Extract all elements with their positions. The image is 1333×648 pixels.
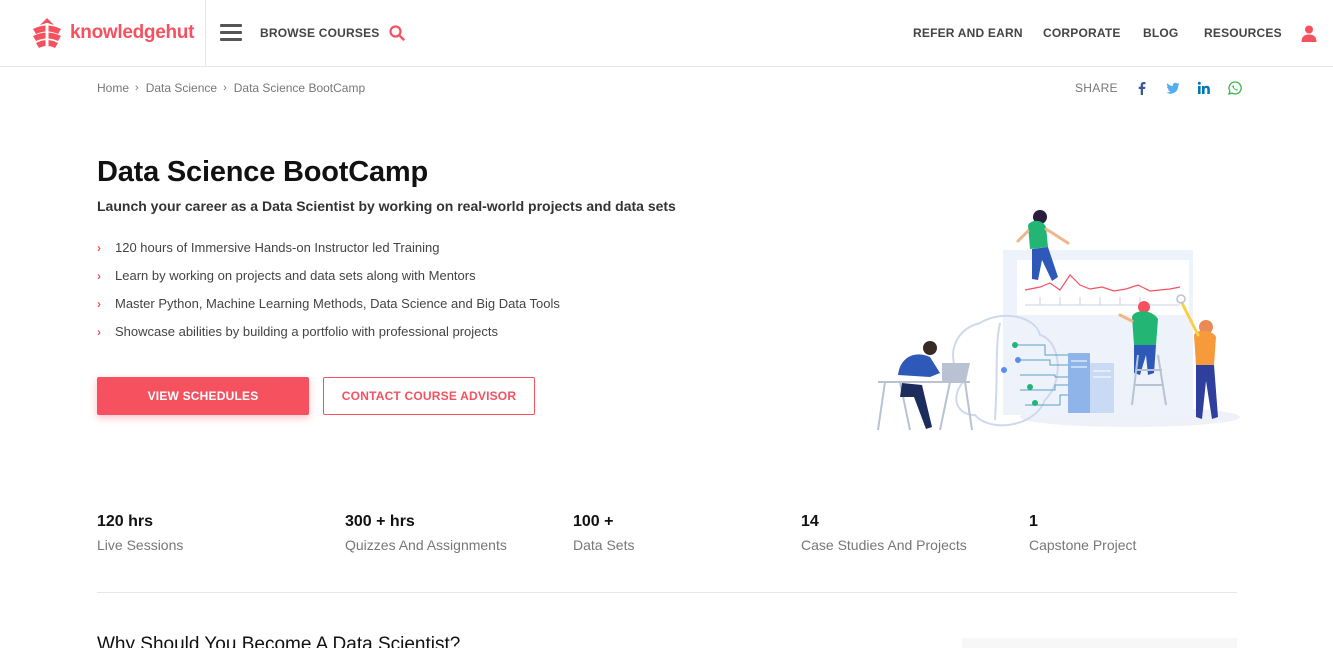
twitter-icon[interactable] xyxy=(1166,81,1180,95)
breadcrumb-data-science[interactable]: Data Science xyxy=(146,81,217,95)
stat-value: 14 xyxy=(801,513,819,530)
stat-label: Capstone Project xyxy=(1029,537,1137,553)
stat-label: Live Sessions xyxy=(97,537,184,553)
chevron-right-icon: › xyxy=(135,82,139,94)
stat-data-sets: 100 + Data Sets xyxy=(573,513,634,553)
feature-text: 120 hours of Immersive Hands-on Instruct… xyxy=(115,240,440,255)
stat-label: Data Sets xyxy=(573,537,635,553)
breadcrumb-home[interactable]: Home xyxy=(97,81,129,95)
logo[interactable]: knowledgehut xyxy=(30,17,194,49)
list-item: › Learn by working on projects and data … xyxy=(97,268,560,296)
linkedin-icon[interactable] xyxy=(1197,81,1211,95)
hero-illustration xyxy=(877,210,1240,431)
nav-corporate[interactable]: CORPORATE xyxy=(1043,26,1121,40)
logo-text: knowledgehut xyxy=(70,22,195,43)
nav-resources[interactable]: RESOURCES xyxy=(1204,26,1282,40)
nav-refer-and-earn[interactable]: REFER AND EARN xyxy=(913,26,1023,40)
section-title: Why Should You Become A Data Scientist? xyxy=(97,634,461,648)
stat-live-sessions: 120 hrs Live Sessions xyxy=(97,513,183,553)
stat-quizzes: 300 + hrs Quizzes And Assignments xyxy=(345,513,507,553)
share-bar: SHARE xyxy=(1075,81,1259,95)
feature-text: Showcase abilities by building a portfol… xyxy=(115,324,498,339)
site-header: knowledgehut BROWSE COURSES REFER AND EA… xyxy=(0,0,1333,67)
stat-label: Case Studies And Projects xyxy=(801,537,967,553)
page-subtitle: Launch your career as a Data Scientist b… xyxy=(97,198,676,214)
page-title: Data Science BootCamp xyxy=(97,156,428,188)
divider xyxy=(97,592,1237,593)
chevron-right-icon: › xyxy=(97,269,101,283)
header-divider xyxy=(205,0,206,67)
stat-value: 120 hrs xyxy=(97,513,154,530)
nav-blog[interactable]: BLOG xyxy=(1143,26,1178,40)
whatsapp-icon[interactable] xyxy=(1227,81,1242,95)
stat-value: 1 xyxy=(1029,513,1038,530)
feature-text: Master Python, Machine Learning Methods,… xyxy=(115,296,560,311)
search-icon[interactable] xyxy=(389,25,405,41)
view-schedules-button[interactable]: VIEW SCHEDULES xyxy=(97,377,309,415)
chevron-right-icon: › xyxy=(97,297,101,311)
breadcrumb: Home › Data Science › Data Science BootC… xyxy=(97,81,365,95)
menu-icon[interactable] xyxy=(220,24,242,42)
list-item: › Master Python, Machine Learning Method… xyxy=(97,296,560,324)
stat-value: 100 + xyxy=(573,513,614,530)
share-label: SHARE xyxy=(1075,81,1118,95)
stat-value: 300 + hrs xyxy=(345,513,415,530)
list-item: › Showcase abilities by building a portf… xyxy=(97,324,560,352)
chevron-right-icon: › xyxy=(97,325,101,339)
stat-capstone: 1 Capstone Project xyxy=(1029,513,1136,553)
logo-icon xyxy=(33,18,61,48)
contact-course-advisor-button[interactable]: CONTACT COURSE ADVISOR xyxy=(323,377,535,415)
user-icon[interactable] xyxy=(1301,25,1317,42)
sidebar-card xyxy=(962,638,1237,648)
facebook-icon[interactable] xyxy=(1135,81,1149,95)
feature-text: Learn by working on projects and data se… xyxy=(115,268,476,283)
chevron-right-icon: › xyxy=(223,82,227,94)
feature-list: › 120 hours of Immersive Hands-on Instru… xyxy=(97,240,560,352)
stat-label: Quizzes And Assignments xyxy=(345,537,507,553)
breadcrumb-current: Data Science BootCamp xyxy=(233,81,366,95)
browse-courses-link[interactable]: BROWSE COURSES xyxy=(260,26,379,40)
list-item: › 120 hours of Immersive Hands-on Instru… xyxy=(97,240,560,268)
stat-case-studies: 14 Case Studies And Projects xyxy=(801,513,967,553)
chevron-right-icon: › xyxy=(97,241,101,255)
